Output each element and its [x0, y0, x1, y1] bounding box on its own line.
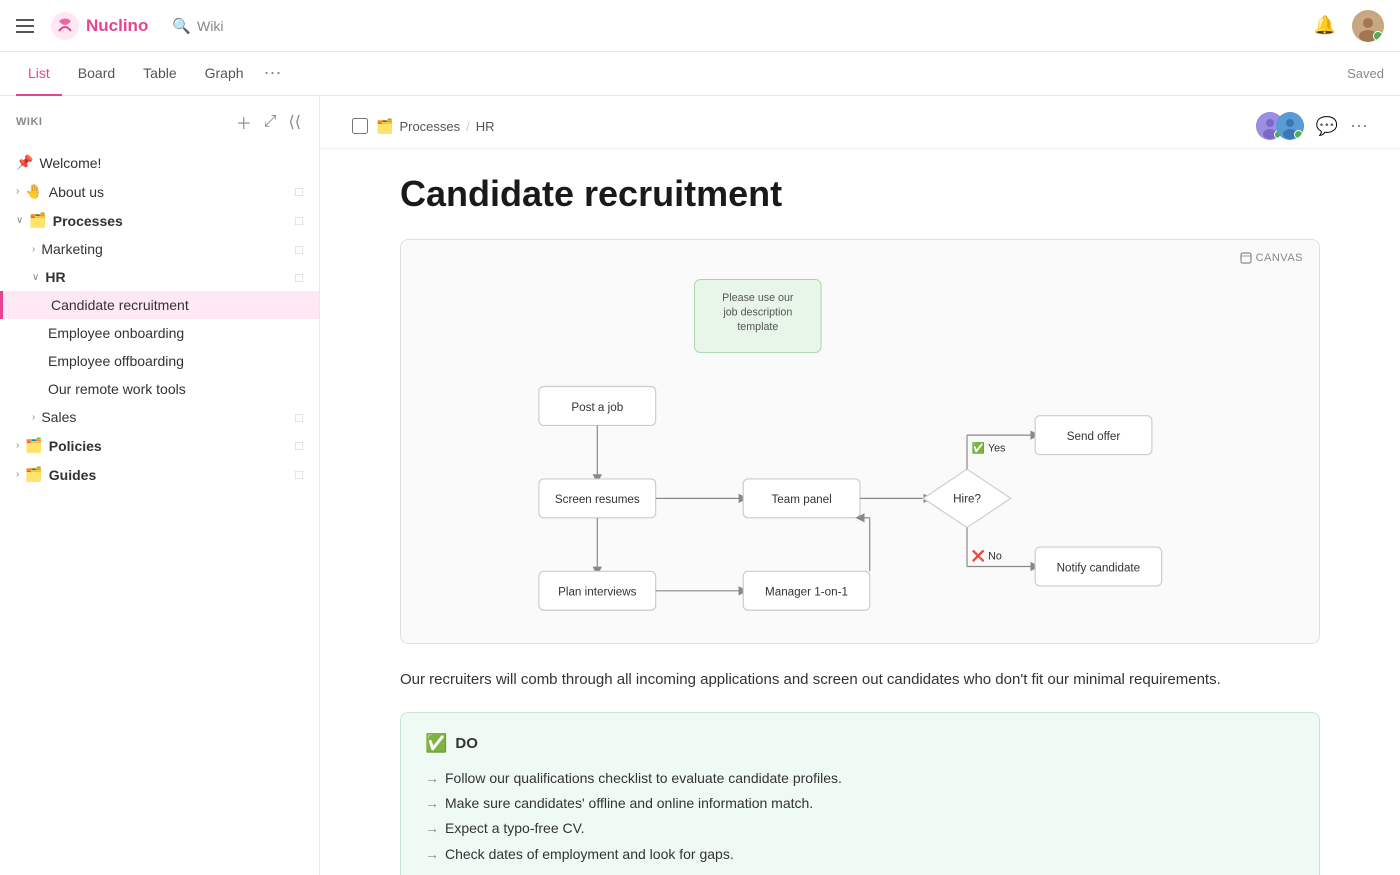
svg-text:✅ Yes: ✅ Yes	[972, 442, 1006, 455]
checkbox-icon: □	[295, 242, 303, 257]
svg-text:Plan interviews: Plan interviews	[558, 586, 637, 599]
chevron-right-icon: ›	[16, 186, 19, 197]
breadcrumb-hr: HR	[476, 119, 495, 134]
sidebar-item-about-us[interactable]: › 🤚 About us □	[0, 177, 319, 206]
saved-status: Saved	[1347, 66, 1384, 81]
header-right: 💬 ⋯	[1256, 112, 1368, 140]
tab-graph[interactable]: Graph	[193, 52, 256, 96]
sidebar-item-welcome[interactable]: 📌 Welcome!	[0, 148, 319, 177]
chevron-right-icon: ›	[32, 244, 35, 255]
arrow-icon: →	[425, 846, 439, 862]
sidebar-item-employee-onboarding[interactable]: Employee onboarding	[0, 319, 319, 347]
arrow-icon: →	[425, 795, 439, 811]
svg-text:Notify candidate: Notify candidate	[1057, 561, 1141, 574]
checkbox-icon: □	[295, 467, 303, 482]
comment-button[interactable]: 💬	[1316, 116, 1338, 137]
folder-icon: 🗂️	[25, 466, 42, 483]
checkbox-icon: □	[295, 410, 303, 425]
sidebar-item-policies[interactable]: › 🗂️ Policies □	[0, 431, 319, 460]
svg-text:❌ No: ❌ No	[972, 550, 1002, 563]
do-item-4: →Check dates of employment and look for …	[425, 842, 1295, 867]
logo[interactable]: Nuclino	[50, 11, 148, 41]
chevron-down-icon: ∨	[32, 272, 39, 283]
sidebar-item-sales[interactable]: › Sales □	[0, 403, 319, 431]
top-bar-right: 🔔	[1314, 10, 1384, 42]
folder-icon: 🗂️	[25, 437, 42, 454]
chevron-right-icon: ›	[32, 412, 35, 423]
doc-checkbox[interactable]	[352, 118, 368, 134]
do-item-2: →Make sure candidates' offline and onlin…	[425, 791, 1295, 816]
svg-text:Send offer: Send offer	[1067, 430, 1121, 443]
checkbox-icon: □	[295, 438, 303, 453]
svg-text:Please use our: Please use our	[722, 292, 794, 304]
collaborator-avatar-2	[1276, 112, 1304, 140]
tab-bar: List Board Table Graph ⋯ Saved	[0, 52, 1400, 96]
canvas-icon	[1240, 252, 1252, 264]
breadcrumb: 🗂️ Processes / HR	[376, 118, 1248, 135]
tab-more-button[interactable]: ⋯	[264, 63, 282, 84]
menu-button[interactable]	[16, 19, 34, 33]
chevron-right-icon: ›	[16, 440, 19, 451]
user-avatar[interactable]	[1352, 10, 1384, 42]
content-header: 🗂️ Processes / HR	[320, 96, 1400, 149]
do-block: ✅ DO →Follow our qualifications checklis…	[400, 712, 1320, 875]
check-circle-icon: ✅	[425, 733, 447, 754]
doc-body: Candidate recruitment CANVAS Please use …	[320, 149, 1400, 875]
processes-icon: 🗂️	[376, 118, 393, 135]
sidebar-item-employee-offboarding[interactable]: Employee offboarding	[0, 347, 319, 375]
sidebar-item-candidate-recruitment[interactable]: Candidate recruitment	[0, 291, 319, 319]
sidebar-header: WIKI ＋ ⤢ ⟨⟨	[0, 96, 319, 148]
svg-text:job description: job description	[722, 306, 792, 318]
sidebar-item-processes[interactable]: ∨ 🗂️ Processes □	[0, 206, 319, 235]
sidebar-actions: ＋ ⤢ ⟨⟨	[234, 108, 303, 136]
hand-icon: 🤚	[25, 183, 42, 200]
sidebar-item-guides[interactable]: › 🗂️ Guides □	[0, 460, 319, 489]
svg-text:Hire?: Hire?	[953, 492, 981, 505]
breadcrumb-processes: Processes	[399, 119, 460, 134]
checkbox-icon: □	[295, 270, 303, 285]
flowchart: Please use our job description template …	[421, 260, 1299, 620]
breadcrumb-separator: /	[466, 119, 470, 134]
svg-text:Screen resumes: Screen resumes	[555, 493, 640, 506]
checkbox-icon: □	[295, 213, 303, 228]
collaborators-avatars	[1256, 112, 1304, 140]
sidebar-collapse-button[interactable]: ⟨⟨	[287, 110, 303, 134]
sidebar-item-hr[interactable]: ∨ HR □	[0, 263, 319, 291]
svg-text:Team panel: Team panel	[771, 493, 831, 506]
sidebar: WIKI ＋ ⤢ ⟨⟨ 📌 Welcome! › 🤚 About us □ ∨ …	[0, 96, 320, 875]
do-item-1: →Follow our qualifications checklist to …	[425, 766, 1295, 791]
sidebar-expand-button[interactable]: ⤢	[262, 111, 279, 133]
arrow-icon: →	[425, 820, 439, 836]
chevron-down-icon: ∨	[16, 215, 23, 226]
doc-paragraph: Our recruiters will comb through all inc…	[400, 668, 1320, 692]
svg-text:Manager 1-on-1: Manager 1-on-1	[765, 586, 848, 599]
canvas-label: CANVAS	[1240, 252, 1303, 264]
do-item-3: →Expect a typo-free CV.	[425, 816, 1295, 841]
doc-title: Candidate recruitment	[400, 173, 1320, 215]
folder-icon: 🗂️	[29, 212, 46, 229]
more-options-button[interactable]: ⋯	[1350, 116, 1368, 137]
chevron-right-icon: ›	[16, 469, 19, 480]
sidebar-add-button[interactable]: ＋	[234, 108, 254, 136]
arrow-icon: →	[425, 770, 439, 786]
tab-list[interactable]: List	[16, 52, 62, 96]
canvas-container: CANVAS Please use our job description te…	[400, 239, 1320, 644]
content-area: 🗂️ Processes / HR	[320, 96, 1400, 875]
svg-text:Post a job: Post a job	[571, 401, 623, 414]
avatar-image	[1352, 10, 1384, 42]
sidebar-item-remote-work-tools[interactable]: Our remote work tools	[0, 375, 319, 403]
search-area[interactable]: 🔍 Wiki	[172, 17, 223, 35]
top-bar: Nuclino 🔍 Wiki 🔔	[0, 0, 1400, 52]
tab-table[interactable]: Table	[131, 52, 188, 96]
tab-board[interactable]: Board	[66, 52, 127, 96]
svg-text:template: template	[737, 321, 778, 333]
do-header: ✅ DO	[425, 733, 1295, 754]
main-layout: WIKI ＋ ⤢ ⟨⟨ 📌 Welcome! › 🤚 About us □ ∨ …	[0, 96, 1400, 875]
logo-icon	[50, 11, 80, 41]
bell-icon[interactable]: 🔔	[1314, 15, 1336, 36]
checkbox-icon: □	[295, 184, 303, 199]
sidebar-item-marketing[interactable]: › Marketing □	[0, 235, 319, 263]
pin-icon: 📌	[16, 154, 33, 171]
search-icon: 🔍	[172, 17, 191, 35]
